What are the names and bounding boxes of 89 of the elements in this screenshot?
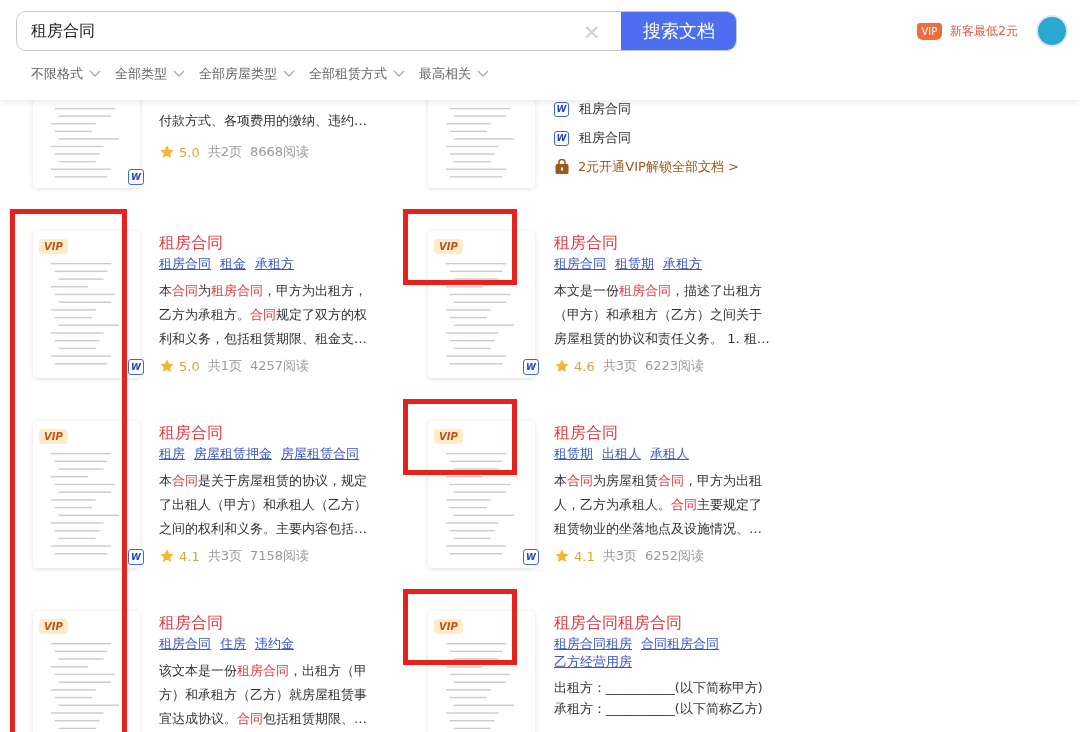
- filter-dropdown[interactable]: 最高相关: [419, 65, 489, 83]
- document-title[interactable]: 租房合同: [159, 231, 399, 255]
- tag-link[interactable]: 房屋租赁合同: [281, 445, 359, 463]
- vip-badge: VIP: [39, 429, 68, 444]
- tag-link[interactable]: 乙方经营用房: [554, 653, 632, 671]
- star-icon: [554, 548, 570, 564]
- document-title[interactable]: 租房合同: [554, 231, 794, 255]
- rating-value: 5.0: [179, 144, 200, 160]
- star-icon: [554, 358, 570, 374]
- tag-link[interactable]: 租房合同: [554, 255, 606, 273]
- vip-badge: VIP: [434, 239, 463, 254]
- read-count: 6223阅读: [644, 357, 705, 375]
- word-file-icon: W: [128, 169, 144, 185]
- document-title[interactable]: 租房合同租房合同: [554, 611, 794, 635]
- vip-badge: VIP: [39, 619, 68, 634]
- tag-link[interactable]: 合同租房合同: [641, 635, 719, 653]
- document-thumbnail[interactable]: [428, 100, 535, 188]
- filter-dropdown[interactable]: 全部类型: [115, 65, 185, 83]
- document-thumbnail[interactable]: VIP: [33, 611, 140, 732]
- word-file-icon: W: [523, 549, 539, 565]
- search-field[interactable]: 租房合同 × 搜索文档: [16, 11, 737, 51]
- tag-link[interactable]: 租赁期: [615, 255, 654, 273]
- read-count: 6252阅读: [644, 547, 705, 565]
- vip-badge-icon: VIP: [916, 22, 943, 40]
- tag-link[interactable]: 房屋租赁押金: [194, 445, 272, 463]
- document-summary: 本合同为租房合同，甲方为出租方，乙方为承租方。合同规定了双方的权利和义务，包括租赁期限、租金支…: [159, 282, 368, 348]
- star-icon: [159, 144, 175, 160]
- chevron-down-icon: [477, 70, 489, 78]
- page-count: 共3页: [602, 547, 637, 565]
- star-icon: [159, 548, 175, 564]
- chevron-down-icon: [173, 70, 185, 78]
- filter-dropdown[interactable]: 全部房屋类型: [199, 65, 295, 83]
- document-title[interactable]: 租房合同: [554, 421, 794, 445]
- chevron-down-icon: [283, 70, 295, 78]
- tag-link[interactable]: 租金: [220, 255, 246, 273]
- related-title: 租房合同: [579, 129, 631, 147]
- tag-link[interactable]: 住房: [220, 635, 246, 653]
- page-preview-drawing: [444, 106, 514, 178]
- tag-link[interactable]: 承租人: [650, 445, 689, 463]
- word-file-icon: W: [128, 549, 144, 565]
- document-summary: 付款方式、各项费用的缴纳、违约…: [159, 112, 368, 130]
- tag-link[interactable]: 出租人: [602, 445, 641, 463]
- document-summary: 本文是一份租房合同，描述了出租方（甲方）和承租方（乙方）之间关于房屋租赁的协议和责任义务。 1. 租…: [554, 282, 770, 348]
- tag-link[interactable]: 租房合同: [159, 635, 211, 653]
- tag-link[interactable]: 租赁期: [554, 445, 593, 463]
- rating-value: 4.1: [179, 548, 200, 564]
- document-summary: 本合同为房屋租赁合同，甲方为出租人，乙方为承租人。合同主要规定了租赁物业的坐落地点及设施情况、…: [554, 472, 763, 538]
- chevron-down-icon: [89, 70, 101, 78]
- rating-value: 4.1: [574, 548, 595, 564]
- word-file-icon: W: [554, 130, 569, 146]
- chevron-down-icon: [393, 70, 405, 78]
- unlock-vip-link[interactable]: 2元开通VIP解锁全部文档 >: [578, 158, 739, 176]
- tag-link[interactable]: 租房: [159, 445, 185, 463]
- page-count: 共1页: [207, 357, 242, 375]
- avatar[interactable]: [1036, 15, 1068, 47]
- tag-link[interactable]: 承租方: [255, 255, 294, 273]
- word-file-icon: W: [554, 101, 569, 117]
- rating-value: 4.6: [574, 358, 595, 374]
- document-summary: 该文本是一份租房合同，出租方（甲方）和承租方（乙方）就房屋租赁事宜达成协议。合同包括租赁期限、…: [159, 662, 368, 728]
- page-count: 共3页: [602, 357, 637, 375]
- document-summary: 本合同是关于房屋租赁的协议，规定了出租人（甲方）和承租人（乙方）之间的权利和义务。主要内容包括…: [159, 472, 368, 538]
- read-count: 8668阅读: [249, 143, 310, 161]
- star-icon: [159, 358, 175, 374]
- tag-link[interactable]: 违约金: [255, 635, 294, 653]
- document-title[interactable]: 租房合同: [159, 421, 399, 445]
- read-count: 4257阅读: [249, 357, 310, 375]
- tag-link[interactable]: 租房合同: [159, 255, 211, 273]
- vip-badge: VIP: [434, 619, 463, 634]
- rating-value: 5.0: [179, 358, 200, 374]
- vip-badge: VIP: [434, 429, 463, 444]
- tag-link[interactable]: 承租方: [663, 255, 702, 273]
- filter-dropdown[interactable]: 不限格式: [31, 65, 101, 83]
- related-document-link[interactable]: W 租房合同: [554, 129, 794, 147]
- related-document-link[interactable]: W 租房合同: [554, 100, 794, 118]
- read-count: 7158阅读: [249, 547, 310, 565]
- vip-badge: VIP: [39, 239, 68, 254]
- related-title: 租房合同: [579, 100, 631, 118]
- page-count: 共2页: [207, 143, 242, 161]
- promo-link[interactable]: 新客最低2元: [950, 22, 1018, 40]
- document-summary: 出租方：___________(以下简称甲方) 承租方：___________(以下简称乙方): [554, 679, 764, 718]
- tag-link[interactable]: 租房合同租房: [554, 635, 632, 653]
- word-file-icon: W: [128, 359, 144, 375]
- search-button[interactable]: 搜索文档: [621, 12, 736, 50]
- word-file-icon: W: [523, 359, 539, 375]
- filter-dropdown[interactable]: 全部租赁方式: [309, 65, 405, 83]
- document-title[interactable]: 租房合同: [159, 611, 399, 635]
- page-count: 共3页: [207, 547, 242, 565]
- page-preview-drawing: [49, 106, 119, 178]
- document-thumbnail[interactable]: VIP: [428, 611, 535, 732]
